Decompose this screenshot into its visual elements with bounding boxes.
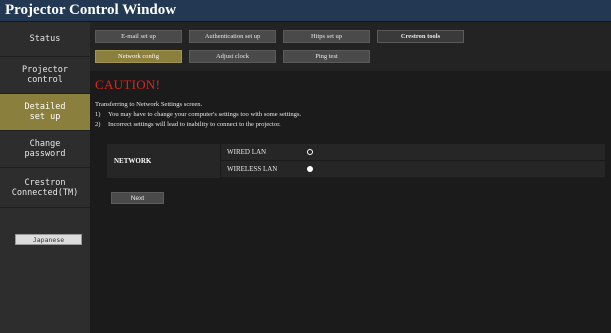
sidebar-item-projector-control[interactable]: Projector control: [0, 57, 90, 94]
tab-https-set-up[interactable]: Https set up: [283, 30, 370, 43]
intro-label: Transferring to Network Settings screen.: [95, 101, 203, 108]
note-2: 2) Incorrect settings will lead to inabil…: [95, 121, 281, 128]
sidebar-item-label: Status: [29, 34, 61, 44]
option-label: WIRELESS LAN: [227, 165, 278, 173]
main-content: CAUTION! Transferring to Network Setting…: [90, 71, 611, 333]
note-text: You may have to change your computer's s…: [108, 111, 302, 118]
sidebar: Status Projector control Detailed set up…: [0, 22, 90, 333]
tab-authentication-set-up[interactable]: Authentication set up: [189, 30, 276, 43]
tab-bar: E-mail set up Authentication set up Http…: [90, 22, 611, 71]
network-label: NETWORK: [107, 144, 220, 178]
note-number: 1): [95, 111, 101, 118]
sidebar-item-detailed-set-up[interactable]: Detailed set up: [0, 94, 90, 131]
window-title: Projector Control Window: [5, 2, 177, 18]
sidebar-item-label: Projector control: [21, 65, 69, 85]
next-button[interactable]: Next: [111, 192, 164, 204]
network-table: NETWORK WIRED LAN WIRELESS LAN: [107, 144, 605, 178]
tab-ping-test[interactable]: Ping test: [283, 50, 370, 63]
tab-crestron-tools[interactable]: Crestron tools: [377, 30, 464, 43]
caution-heading: CAUTION!: [95, 77, 161, 92]
title-bar: Projector Control Window: [0, 0, 611, 22]
network-option-wireless[interactable]: WIRELESS LAN: [221, 161, 605, 177]
network-option-wired[interactable]: WIRED LAN: [221, 144, 605, 160]
sidebar-item-crestron-connected[interactable]: Crestron Connected(TM): [0, 168, 90, 208]
sidebar-item-label: Crestron Connected(TM): [11, 177, 79, 198]
tab-adjust-clock[interactable]: Adjust clock: [189, 50, 276, 63]
sidebar-item-label: Change password: [24, 139, 66, 159]
wireless-lan-radio[interactable]: [307, 166, 313, 172]
sidebar-item-status[interactable]: Status: [0, 22, 90, 57]
note-1: 1) You may have to change your computer's…: [95, 111, 301, 118]
wired-lan-radio[interactable]: [307, 149, 313, 155]
note-text: Incorrect settings will lead to inabilit…: [108, 121, 281, 128]
tab-network-config[interactable]: Network config: [95, 50, 182, 63]
sidebar-item-change-password[interactable]: Change password: [0, 131, 90, 168]
language-button[interactable]: Japanese: [15, 234, 82, 245]
option-label: WIRED LAN: [227, 148, 267, 156]
sidebar-item-label: Detailed set up: [24, 102, 66, 122]
note-number: 2): [95, 121, 101, 128]
intro-text: Transferring to Network Settings screen.: [95, 101, 202, 108]
tab-email-set-up[interactable]: E-mail set up: [95, 30, 182, 43]
